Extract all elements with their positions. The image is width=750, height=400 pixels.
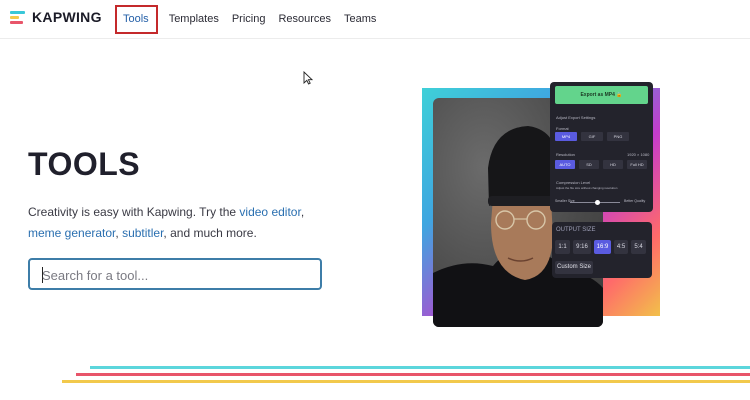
nav-resources[interactable]: Resources [278,13,331,25]
top-navigation-bar: KAPWING Tools Templates Pricing Resource… [0,0,750,39]
export-button-label: Export as MP4 [580,92,615,98]
size-option[interactable]: 4:5 [614,240,628,254]
format-option[interactable]: GIF [581,132,603,141]
main-nav: Tools Templates Pricing Resources Teams [115,0,389,38]
hero-description: Creativity is easy with Kapwing. Try the… [28,202,328,244]
kapwing-logo-icon [10,9,26,25]
resolution-label: Resolution [556,152,575,157]
output-size-label: OUTPUT SIZE [556,227,596,233]
resolution-option[interactable]: HD [603,160,623,169]
description-text: , and much more. [163,226,257,240]
format-option[interactable]: PNG [607,132,629,141]
cursor-arrow-icon [303,71,313,85]
nav-tools[interactable]: Tools [115,4,158,34]
red-stripe [76,373,750,376]
subtitler-link[interactable]: subtitler [122,226,163,240]
nav-pricing[interactable]: Pricing [232,13,266,25]
compression-label: Compression Level [556,180,591,185]
size-option[interactable]: 9:16 [573,240,591,254]
page-title: TOOLS [28,146,141,182]
yellow-stripe [62,380,750,383]
format-option[interactable]: MP4 [555,132,577,141]
separator-text: , [300,205,305,219]
resolution-option[interactable]: Full HD [627,160,647,169]
kapwing-logo[interactable]: KAPWING [10,9,102,25]
tool-search-box[interactable] [28,258,322,290]
export-settings-panel: Export as MP4 🔒 Adjust Export Settings F… [550,82,653,212]
size-option[interactable]: 16:9 [594,240,611,254]
compression-hint: Adjust the file size without changing re… [556,186,618,190]
meme-generator-link[interactable]: meme generator [28,226,115,240]
nav-teams[interactable]: Teams [344,13,376,25]
output-size-panel: OUTPUT SIZE 1:1 9:16 16:9 4:5 5:4 Custom… [552,222,652,278]
nav-templates[interactable]: Templates [169,13,219,25]
size-option[interactable]: 1:1 [555,240,570,254]
better-quality-label: Better Quality [624,199,646,203]
lock-icon: 🔒 [616,92,623,98]
resolution-value: 1920 × 1080 [627,152,650,157]
format-label: Format [556,126,569,131]
resolution-option[interactable]: AUTO [555,160,575,169]
compression-slider-handle[interactable] [595,200,600,205]
tool-search-input[interactable] [42,265,312,285]
custom-size-button[interactable]: Custom Size [555,261,593,274]
export-button[interactable]: Export as MP4 🔒 [555,86,648,104]
cyan-stripe [90,366,750,369]
panel-heading: Adjust Export Settings [556,115,596,120]
description-text: Creativity is easy with Kapwing. Try the [28,205,240,219]
resolution-option[interactable]: SD [579,160,599,169]
video-editor-link[interactable]: video editor [239,205,300,219]
size-option[interactable]: 5:4 [631,240,646,254]
logo-text: KAPWING [32,9,102,25]
